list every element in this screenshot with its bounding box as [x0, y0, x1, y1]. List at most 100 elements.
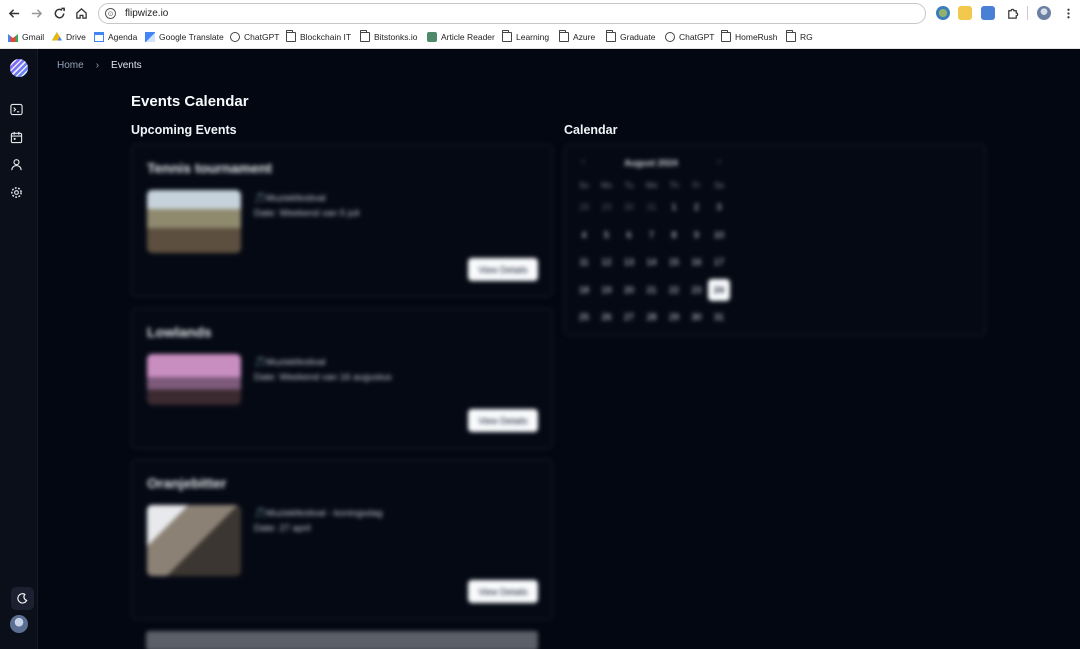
event-card: Lowlands 🎵Muziekfestival Date: Weekend v… [131, 308, 553, 449]
calendar-day[interactable]: 13 [618, 251, 640, 273]
view-details-button[interactable]: View Details [468, 580, 538, 603]
event-card: Oranjebitter 🎵Muziekfestival - koningsda… [131, 459, 553, 620]
calendar-day[interactable]: 18 [573, 279, 595, 301]
calendar-day[interactable]: 25 [573, 306, 595, 328]
bookmarks-bar: Gmail Drive Agenda Google Translate Chat… [0, 28, 1080, 49]
extension-yellow-icon[interactable] [958, 6, 972, 20]
event-card-partial [146, 631, 538, 649]
bookmark-folder-bitstonks[interactable]: Bitstonks.io [360, 30, 418, 42]
calendar-day[interactable]: 5 [596, 224, 618, 246]
calendar-day[interactable]: 17 [708, 251, 730, 273]
calendar-day[interactable]: 9 [686, 224, 708, 246]
calendar-day[interactable]: 23 [686, 279, 708, 301]
browser-menu-icon[interactable] [1058, 4, 1078, 22]
folder-icon [721, 30, 731, 42]
theme-toggle-button[interactable] [11, 587, 34, 610]
article-reader-icon [427, 32, 437, 42]
flipwize-logo[interactable] [10, 59, 28, 77]
bookmark-label: ChatGPT [679, 32, 715, 42]
bookmark-article-reader[interactable]: Article Reader [427, 32, 495, 42]
calendar-day[interactable]: 16 [686, 251, 708, 273]
calendar-widget: ‹ August 2024 › Su Mo Tu We Th Fr Sa 28 29 30 31 1 2… [564, 144, 986, 336]
event-category: 🎵Muziekfestival [254, 357, 326, 368]
calendar-day[interactable]: 10 [708, 224, 730, 246]
reload-icon[interactable] [49, 4, 69, 22]
calendar-day[interactable]: 26 [596, 306, 618, 328]
calendar-day[interactable]: 31 [641, 196, 663, 218]
view-details-button[interactable]: View Details [468, 258, 538, 281]
moon-sun-icon [17, 593, 28, 604]
event-category: 🎵Muziekfestival - koningsdag [254, 508, 383, 519]
bookmark-folder-blockchain-it[interactable]: Blockchain IT [286, 30, 351, 42]
sidebar [0, 49, 38, 649]
calendar-day[interactable]: 20 [618, 279, 640, 301]
extension-blue-icon[interactable] [981, 6, 995, 20]
user-avatar[interactable] [10, 615, 28, 633]
back-icon[interactable] [4, 4, 24, 22]
weekday-header: Tu [624, 181, 634, 190]
bookmark-label: Google Translate [159, 32, 224, 42]
address-bar-url[interactable]: flipwize.io [125, 8, 168, 19]
bookmark-folder-homerush[interactable]: HomeRush [721, 30, 778, 42]
forward-icon[interactable] [26, 4, 46, 22]
calendar-day[interactable]: 1 [663, 196, 685, 218]
view-details-button[interactable]: View Details [468, 409, 538, 432]
bookmark-label: RG [800, 32, 813, 42]
calendar-nav-icon[interactable] [10, 131, 23, 144]
calendar-day[interactable]: 7 [641, 224, 663, 246]
breadcrumb-home[interactable]: Home [57, 60, 84, 71]
calendar-day[interactable]: 22 [663, 279, 685, 301]
weekday-header: Th [669, 181, 679, 190]
folder-icon [286, 30, 296, 42]
bookmark-chatgpt-2[interactable]: ChatGPT [665, 32, 714, 42]
weekday-header: Fr [692, 181, 701, 190]
chatgpt-icon [230, 32, 240, 42]
calendar-day[interactable]: 28 [641, 306, 663, 328]
browser-toolbar: ⊙ flipwize.io [0, 0, 1080, 27]
bookmark-drive[interactable]: Drive [52, 32, 86, 42]
extensions-puzzle-icon[interactable] [1002, 4, 1022, 22]
bookmark-folder-rg[interactable]: RG [786, 30, 813, 42]
calendar-day[interactable]: 28 [573, 196, 595, 218]
bookmark-folder-learning[interactable]: Learning [502, 30, 549, 42]
calendar-day[interactable]: 31 [708, 306, 730, 328]
bookmark-label: Article Reader [441, 32, 495, 42]
calendar-day[interactable]: 29 [596, 196, 618, 218]
extension-globe-icon[interactable] [936, 6, 950, 20]
calendar-day[interactable]: 14 [641, 251, 663, 273]
calendar-day[interactable]: 29 [663, 306, 685, 328]
next-month-icon[interactable]: › [711, 156, 727, 170]
calendar-day[interactable]: 2 [686, 196, 708, 218]
event-image [147, 354, 241, 405]
settings-gear-icon[interactable] [10, 186, 23, 199]
site-info-icon[interactable]: ⊙ [105, 8, 116, 19]
calendar-day[interactable]: 30 [686, 306, 708, 328]
calendar-day[interactable]: 12 [596, 251, 618, 273]
calendar-day[interactable]: 30 [618, 196, 640, 218]
bookmark-chatgpt[interactable]: ChatGPT [230, 32, 279, 42]
calendar-day[interactable]: 3 [708, 196, 730, 218]
bookmark-google-translate[interactable]: Google Translate [145, 32, 224, 42]
bookmark-folder-graduate[interactable]: Graduate [606, 30, 655, 42]
bookmark-folder-azure[interactable]: Azure [559, 30, 595, 42]
calendar-day[interactable]: 6 [618, 224, 640, 246]
calendar-day[interactable]: 8 [663, 224, 685, 246]
bookmark-agenda[interactable]: Agenda [94, 32, 137, 42]
home-icon[interactable] [71, 4, 91, 22]
bookmark-label: Bitstonks.io [374, 32, 418, 42]
bookmark-gmail[interactable]: Gmail [8, 32, 44, 42]
calendar-day[interactable]: 11 [573, 251, 595, 273]
calendar-icon [94, 32, 104, 42]
folder-icon [786, 30, 796, 42]
user-icon[interactable] [10, 158, 23, 171]
calendar-day[interactable]: 27 [618, 306, 640, 328]
calendar-day[interactable]: 4 [573, 224, 595, 246]
terminal-icon[interactable] [10, 103, 23, 116]
calendar-day[interactable]: 15 [663, 251, 685, 273]
calendar-day[interactable]: 21 [641, 279, 663, 301]
calendar-day[interactable]: 24 [708, 278, 730, 301]
calendar-day[interactable]: 19 [596, 279, 618, 301]
address-bar[interactable]: ⊙ flipwize.io [98, 3, 926, 24]
profile-avatar-icon[interactable] [1037, 6, 1051, 20]
event-card: Tennis tournament 🎵Muziekfestival Date: … [131, 144, 553, 297]
